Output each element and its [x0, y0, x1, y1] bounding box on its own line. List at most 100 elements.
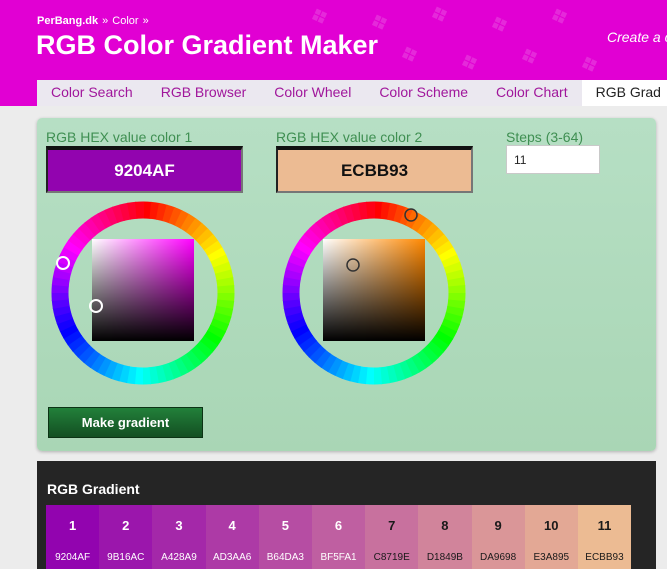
make-gradient-button[interactable]: Make gradient [48, 407, 203, 438]
color2-picker-wheel[interactable] [279, 198, 469, 388]
tab-rgb-gradient[interactable]: RGB Grad [581, 80, 667, 106]
gradient-swatch[interactable]: 6 BF5FA1 [311, 505, 366, 569]
hue-ring-segment [212, 261, 232, 275]
hue-ring-segment [78, 222, 96, 241]
hue-ring-segment [303, 227, 323, 246]
swatch-hex: BF5FA1 [320, 552, 357, 563]
tab-color-wheel[interactable]: Color Wheel [260, 80, 365, 106]
hue-ring-segment [180, 213, 197, 233]
hue-ring-segment [173, 357, 189, 377]
gradient-swatch[interactable]: 3 A428A9 [152, 505, 206, 569]
hue-ring-segment [288, 253, 307, 268]
color1-hex-input[interactable] [46, 146, 243, 193]
header-tagline: Create a c [607, 29, 667, 45]
header-pattern-icon: ❖ [396, 39, 424, 70]
hue-ring-segment [385, 364, 398, 384]
hue-ring-segment [161, 362, 175, 382]
header-pattern-icon: ❖ [486, 9, 514, 40]
hue-ring-segment [203, 330, 223, 347]
hue-ring-segment [349, 364, 362, 384]
hue-ring-segment [447, 277, 466, 288]
gradient-swatch[interactable]: 11 ECBB93 [577, 505, 632, 569]
swatch-hex: C8719E [373, 552, 410, 563]
gradient-swatch[interactable]: 9 DA9698 [471, 505, 525, 569]
color1-picker-wheel[interactable] [48, 198, 238, 388]
hue-ring-segment [392, 362, 406, 382]
hue-ring-segment [185, 218, 203, 237]
swatch-number: 10 [544, 518, 559, 533]
hue-ring-segment [125, 366, 137, 385]
hue-ring-segment [441, 254, 461, 269]
steps-label: Steps (3-64) [506, 129, 584, 145]
gradient-swatches: 1 9204AF 2 9B16AC 3 A428A9 4 AD3AA6 5 B64DA3 … [46, 505, 632, 569]
hue-ring-segment [194, 340, 214, 359]
hue-ring-segment [386, 202, 399, 222]
gradient-form-panel: RGB HEX value color 1 RGB HEX value colo… [37, 118, 656, 451]
hue-ring-segment [216, 277, 235, 288]
hue-ring-segment [291, 246, 311, 262]
hue-ring-segment [327, 356, 343, 376]
hue-ring-segment [167, 360, 182, 380]
hue-ring-segment [212, 312, 232, 326]
gradient-swatch[interactable]: 2 9B16AC [99, 505, 153, 569]
hue-ring-segment [89, 353, 106, 373]
hue-ring-segment [404, 357, 420, 377]
swatch-hex: B64DA3 [266, 552, 304, 563]
tab-rgb-browser[interactable]: RGB Browser [147, 80, 261, 106]
header-pattern-icon: ❖ [306, 1, 334, 32]
swatch-hex: DA9698 [480, 552, 517, 563]
hue-ring-segment [393, 204, 407, 224]
hue-ring-segment [426, 228, 445, 246]
hue-ring-segment [283, 268, 303, 281]
gradient-swatch[interactable]: 1 9204AF [46, 505, 100, 569]
tab-color-scheme[interactable]: Color Scheme [365, 80, 482, 106]
hue-ring-segment [216, 299, 235, 311]
hue-ring-segment [282, 275, 301, 287]
hue-ring-segment [398, 360, 413, 380]
hue-ring-segment [63, 329, 83, 346]
hue-ring-segment [97, 209, 113, 229]
gradient-swatch[interactable]: 8 D1849B [418, 505, 472, 569]
hue-ring-segment [174, 210, 190, 230]
hue-ring-segment [430, 335, 449, 353]
gradient-swatch[interactable]: 4 AD3AA6 [205, 505, 259, 569]
breadcrumb: PerBang.dk» Color» [37, 15, 153, 27]
gradient-swatch[interactable]: 5 B64DA3 [258, 505, 312, 569]
breadcrumb-link-home[interactable]: PerBang.dk [37, 15, 98, 27]
hue-ring-segment [51, 275, 70, 287]
header-pattern-icon: ❖ [576, 49, 604, 80]
swatch-number: 1 [68, 518, 77, 533]
hue-ring-segment [210, 254, 230, 269]
hue-ring-segment [210, 318, 229, 333]
steps-input[interactable] [506, 145, 600, 174]
swatch-number: 2 [122, 518, 130, 533]
hue-ring-segment [445, 269, 465, 282]
hue-ring-segment [111, 204, 125, 224]
swatch-number: 7 [388, 518, 396, 533]
nav-tabs: Color Search RGB Browser Color Wheel Col… [37, 80, 667, 106]
hue-ring-segment [207, 247, 227, 263]
hue-ring-segment [67, 334, 86, 352]
hue-ring-segment [421, 222, 440, 242]
tab-color-search[interactable]: Color Search [37, 80, 147, 106]
hue-ring-segment [52, 268, 72, 281]
hue-ring-segment [334, 360, 349, 379]
gradient-swatch[interactable]: 7 C8719E [365, 505, 419, 569]
hue-ring-segment [415, 350, 433, 369]
hue-ring-segment [214, 305, 234, 318]
hue-ring-segment [380, 201, 392, 220]
hue-ring-segment [179, 353, 196, 373]
swatch-number: 11 [597, 518, 612, 533]
hue-ring-segment [438, 247, 458, 263]
hue-ring-segment [60, 246, 80, 262]
tab-color-chart[interactable]: Color Chart [482, 80, 582, 106]
hue-ring-segment [200, 234, 219, 252]
gradient-swatch[interactable]: 10 E3A895 [524, 505, 578, 569]
hue-ring-segment [199, 335, 218, 353]
hue-ring-segment [72, 340, 91, 358]
breadcrumb-link-color[interactable]: Color [112, 15, 138, 27]
color2-hex-input[interactable] [276, 146, 473, 193]
hue-ring-segment [59, 323, 79, 339]
hue-ring-segment [154, 364, 167, 384]
hue-ring-segment [195, 228, 214, 246]
